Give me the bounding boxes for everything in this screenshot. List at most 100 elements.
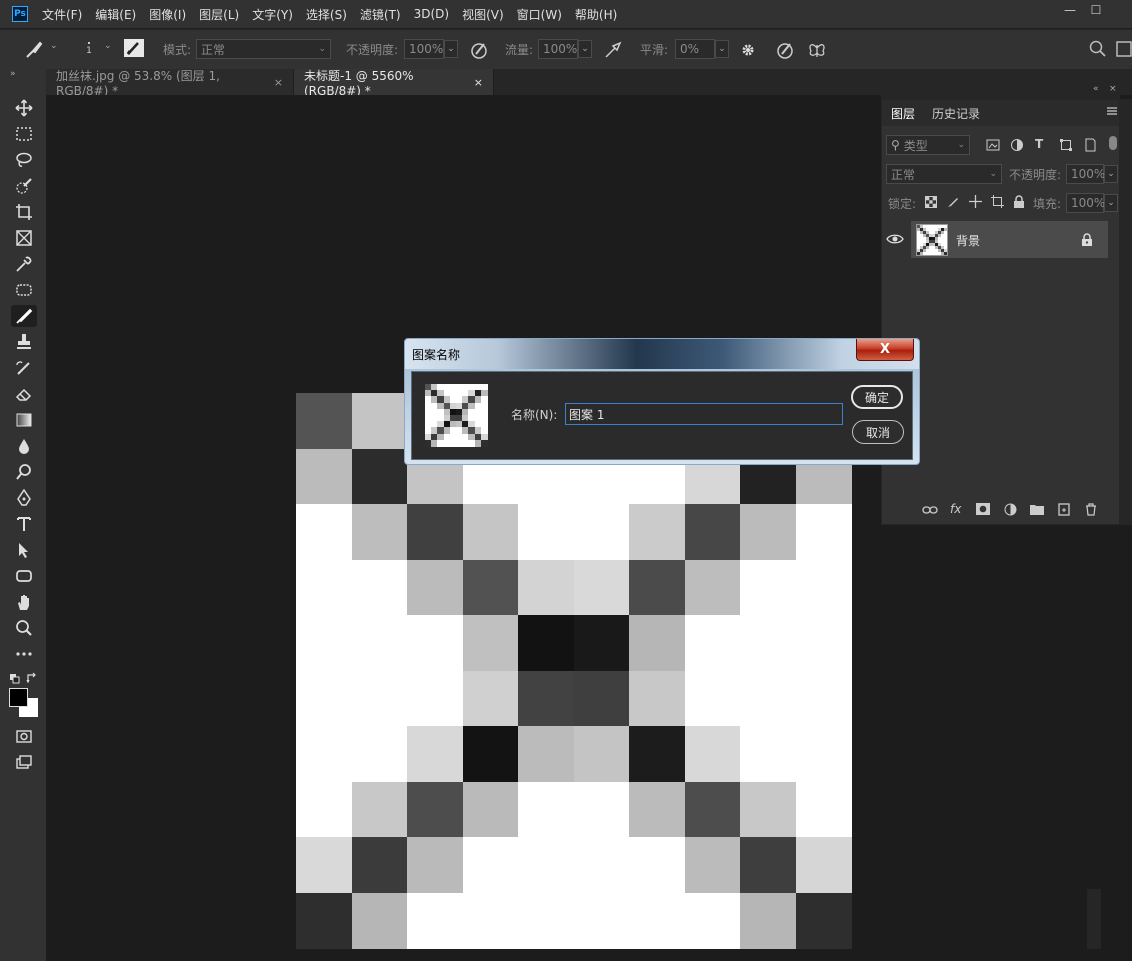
menu-select[interactable]: 选择(S) [306, 6, 347, 23]
opacity-input[interactable]: 100% [404, 39, 444, 59]
blend-mode-select[interactable]: 正常 ⌄ [886, 164, 1002, 184]
more-tools-icon[interactable] [11, 643, 37, 665]
foreground-color-swatch[interactable] [9, 688, 28, 707]
tab-history[interactable]: 历史记录 [932, 100, 980, 126]
blur-tool-icon[interactable] [11, 435, 37, 457]
panel-scrollbar[interactable] [1120, 99, 1132, 525]
menu-type[interactable]: 文字(Y) [252, 6, 293, 23]
delete-layer-icon[interactable] [1085, 503, 1097, 516]
menu-3d[interactable]: 3D(D) [414, 7, 449, 21]
smoothing-input[interactable]: 0% [675, 39, 715, 59]
zoom-tool-icon[interactable] [11, 617, 37, 639]
filter-toggle[interactable] [1109, 136, 1117, 150]
new-group-icon[interactable] [1030, 503, 1044, 515]
maximize-button[interactable]: ☐ [1082, 0, 1110, 20]
flow-dropdown[interactable]: ⌄ [578, 40, 592, 58]
brush-size-picker[interactable]: 1 [80, 36, 98, 64]
minimize-button[interactable]: — [1056, 0, 1084, 20]
search-icon[interactable] [1088, 39, 1108, 59]
screen-mode-icon[interactable] [11, 751, 37, 773]
quick-selection-tool-icon[interactable] [11, 175, 37, 197]
filter-smart-object-icon[interactable] [1083, 138, 1097, 152]
lock-pixels-icon[interactable] [947, 196, 959, 208]
close-icon[interactable]: × [274, 76, 283, 89]
layer-style-fx-icon[interactable]: fx [950, 502, 961, 516]
lock-transparent-icon[interactable] [925, 196, 937, 208]
menu-edit[interactable]: 编辑(E) [95, 6, 136, 23]
type-tool-icon[interactable] [11, 513, 37, 535]
adjustment-layer-icon[interactable] [1004, 503, 1017, 516]
crop-tool-icon[interactable] [11, 201, 37, 223]
visibility-eye-icon[interactable] [885, 229, 905, 249]
menu-filter[interactable]: 滤镜(T) [360, 6, 401, 23]
mode-select[interactable]: 正常 ⌄ [196, 39, 331, 59]
layer-row-background[interactable]: 背景 [911, 221, 1108, 258]
smoothing-dropdown[interactable]: ⌄ [715, 40, 729, 58]
hand-tool-icon[interactable] [11, 591, 37, 613]
dodge-tool-icon[interactable] [11, 461, 37, 483]
dialog-close-button[interactable]: X [856, 339, 914, 361]
eraser-tool-icon[interactable] [11, 383, 37, 405]
scrollbar[interactable] [1087, 889, 1101, 949]
brush-tool-preset-icon[interactable] [24, 40, 44, 60]
cancel-button[interactable]: 取消 [852, 420, 904, 444]
menu-layer[interactable]: 图层(L) [199, 6, 239, 23]
airbrush-icon[interactable] [603, 39, 625, 61]
move-tool-icon[interactable] [11, 97, 37, 119]
history-brush-tool-icon[interactable] [11, 357, 37, 379]
layer-opacity-input[interactable]: 100% [1066, 164, 1105, 184]
eyedropper-tool-icon[interactable] [11, 253, 37, 275]
marquee-tool-icon[interactable] [11, 123, 37, 145]
workspace-icon[interactable] [1116, 39, 1132, 59]
fill-input[interactable]: 100% [1066, 193, 1105, 213]
dialog-titlebar[interactable]: 图案名称 [405, 339, 919, 369]
filter-adjustment-icon[interactable] [1010, 138, 1024, 152]
filter-type-icon[interactable]: T [1035, 137, 1043, 151]
path-selection-tool-icon[interactable] [11, 539, 37, 561]
default-colors-icon[interactable] [9, 673, 21, 685]
lock-all-icon[interactable] [1013, 195, 1025, 208]
menu-image[interactable]: 图像(I) [149, 6, 186, 23]
photoshop-logo[interactable]: Ps [12, 6, 28, 22]
fill-dropdown[interactable]: ⌄ [1104, 194, 1118, 212]
pressure-opacity-icon[interactable] [468, 39, 490, 61]
document-canvas[interactable] [296, 393, 852, 949]
link-layers-icon[interactable] [922, 504, 938, 516]
frame-tool-icon[interactable] [11, 227, 37, 249]
lock-position-icon[interactable] [969, 195, 982, 208]
close-icon[interactable]: × [1109, 84, 1117, 94]
menu-file[interactable]: 文件(F) [42, 6, 82, 23]
brush-tool-icon[interactable] [11, 305, 37, 327]
menu-help[interactable]: 帮助(H) [575, 6, 617, 23]
pattern-name-input[interactable] [565, 403, 843, 425]
symmetry-butterfly-icon[interactable] [806, 39, 828, 61]
chevron-down-icon[interactable]: ⌄ [50, 41, 58, 51]
filter-shape-icon[interactable] [1059, 138, 1073, 152]
opacity-dropdown[interactable]: ⌄ [444, 40, 458, 58]
collapse-panel-icon[interactable]: « [1093, 84, 1099, 94]
pen-tool-icon[interactable] [11, 487, 37, 509]
menu-view[interactable]: 视图(V) [462, 6, 504, 23]
tab-layers[interactable]: 图层 [891, 100, 915, 126]
close-icon[interactable]: × [474, 76, 483, 89]
pressure-size-icon[interactable] [774, 39, 796, 61]
flow-input[interactable]: 100% [538, 39, 578, 59]
gear-icon[interactable] [737, 39, 759, 61]
tab-document-2[interactable]: 未标题-1 @ 5560%(RGB/8#) * × [294, 69, 494, 98]
quick-mask-icon[interactable] [11, 725, 37, 747]
lock-icon[interactable] [1081, 233, 1093, 246]
layer-opacity-dropdown[interactable]: ⌄ [1104, 165, 1118, 183]
healing-brush-tool-icon[interactable] [11, 279, 37, 301]
menu-window[interactable]: 窗口(W) [517, 6, 562, 23]
panel-menu-icon[interactable] [1107, 106, 1117, 116]
new-layer-icon[interactable] [1058, 503, 1070, 516]
lasso-tool-icon[interactable] [11, 149, 37, 171]
add-mask-icon[interactable] [976, 503, 990, 515]
tab-document-1[interactable]: 加丝袜.jpg @ 53.8% (图层 1, RGB/8#) * × [46, 69, 294, 98]
ok-button[interactable]: 确定 [851, 385, 903, 409]
chevron-down-icon[interactable]: ⌄ [104, 41, 112, 51]
brush-settings-panel-icon[interactable] [124, 39, 144, 57]
rectangle-tool-icon[interactable] [11, 565, 37, 587]
clone-stamp-tool-icon[interactable] [11, 331, 37, 353]
lock-artboard-icon[interactable] [991, 195, 1004, 208]
